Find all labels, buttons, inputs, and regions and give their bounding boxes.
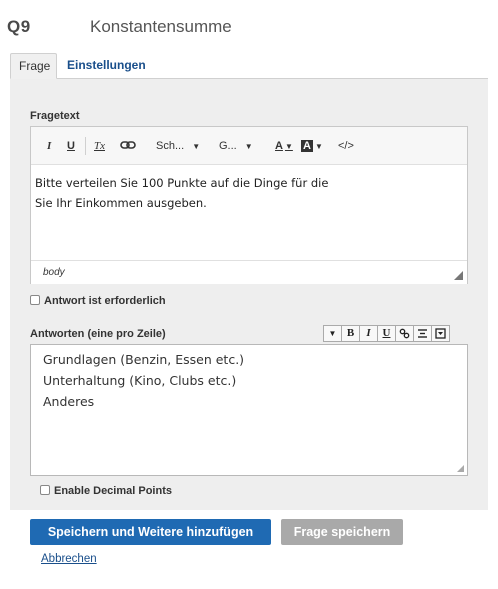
bg-color-button[interactable]: A ▼ bbox=[301, 139, 323, 154]
question-text-editor: I U Tx Sch... ▼ G... ▼ A ▼ A ▼ </> Bitte v… bbox=[30, 126, 468, 284]
required-checkbox[interactable] bbox=[30, 295, 40, 305]
editor-content-area[interactable]: Bitte verteilen Sie 100 Punkte auf die D… bbox=[35, 173, 455, 213]
answer-item: Grundlagen (Benzin, Essen etc.) bbox=[43, 352, 245, 367]
question-text-line: Bitte verteilen Sie 100 Punkte auf die D… bbox=[35, 176, 329, 190]
underline-button[interactable]: U bbox=[377, 325, 396, 342]
text-color-button[interactable]: A ▼ bbox=[275, 139, 293, 154]
question-edit-panel: Fragetext I U Tx Sch... ▼ G... ▼ A ▼ A ▼ <… bbox=[10, 79, 488, 565]
align-center-icon bbox=[418, 329, 427, 338]
element-path: body bbox=[43, 267, 65, 278]
decimal-checkbox[interactable] bbox=[40, 485, 50, 495]
cancel-link[interactable]: Abbrechen bbox=[41, 553, 97, 565]
required-label: Antwort ist erforderlich bbox=[44, 295, 166, 307]
answer-item: Unterhaltung (Kino, Clubs etc.) bbox=[43, 373, 237, 388]
save-and-add-button[interactable]: Speichern und Weitere hinzufügen bbox=[30, 519, 271, 545]
tab-einstellungen[interactable]: Einstellungen bbox=[59, 53, 154, 79]
link-icon bbox=[120, 141, 136, 149]
question-number: Q9 bbox=[7, 17, 31, 36]
tab-frage[interactable]: Frage bbox=[10, 53, 57, 79]
chevron-down-icon: ▼ bbox=[284, 142, 293, 151]
decimal-label: Enable Decimal Points bbox=[54, 485, 172, 497]
bg-color-icon: A bbox=[301, 140, 313, 152]
italic-button[interactable]: I bbox=[47, 139, 51, 153]
resize-handle-icon[interactable] bbox=[454, 271, 463, 280]
underline-button[interactable]: U bbox=[67, 139, 75, 153]
link-button[interactable] bbox=[395, 325, 414, 342]
link-icon bbox=[399, 328, 410, 339]
bold-button[interactable]: B bbox=[341, 325, 360, 342]
tab-bar: Frage Einstellungen bbox=[10, 53, 488, 79]
question-type-title: Konstantensumme bbox=[90, 17, 232, 36]
save-question-button[interactable]: Frage speichern bbox=[281, 519, 403, 545]
toolbar-divider bbox=[85, 137, 86, 155]
question-text-label: Fragetext bbox=[30, 110, 80, 122]
clear-format-label: Tx bbox=[94, 140, 105, 152]
collapse-icon bbox=[435, 328, 446, 339]
chevron-down-icon: ▼ bbox=[244, 142, 253, 151]
chevron-down-icon: ▼ bbox=[328, 329, 337, 338]
resize-handle-icon[interactable] bbox=[457, 465, 464, 472]
answers-toolbar: ▼ B I U bbox=[323, 325, 450, 342]
question-text-line: Sie Ihr Einkommen ausgeben. bbox=[35, 196, 207, 210]
answer-item: Anderes bbox=[43, 394, 95, 409]
decimal-checkbox-row[interactable]: Enable Decimal Points bbox=[40, 485, 172, 497]
source-code-button[interactable]: </> bbox=[338, 139, 354, 153]
answers-label: Antworten (eine pro Zeile) bbox=[30, 328, 166, 340]
italic-button[interactable]: I bbox=[359, 325, 378, 342]
clear-format-button[interactable]: Tx bbox=[94, 139, 105, 153]
font-family-dropdown[interactable]: Sch... ▼ bbox=[156, 139, 200, 154]
editor-status-bar: body bbox=[31, 260, 467, 284]
font-family-value: Sch... bbox=[156, 140, 185, 152]
chevron-down-icon: ▼ bbox=[315, 142, 323, 151]
required-checkbox-row[interactable]: Antwort ist erforderlich bbox=[30, 295, 166, 307]
align-center-button[interactable] bbox=[413, 325, 432, 342]
text-color-icon: A bbox=[275, 140, 283, 152]
question-header: Q9 Konstantensumme bbox=[0, 0, 498, 52]
font-size-dropdown[interactable]: G... ▼ bbox=[219, 139, 253, 154]
expand-button[interactable] bbox=[431, 325, 450, 342]
editor-toolbar: I U Tx Sch... ▼ G... ▼ A ▼ A ▼ </> bbox=[31, 127, 467, 165]
chevron-down-icon: ▼ bbox=[192, 142, 201, 151]
link-button[interactable] bbox=[120, 138, 136, 156]
answers-textarea[interactable]: Grundlagen (Benzin, Essen etc.) Unterhal… bbox=[30, 344, 468, 476]
answers-menu-button[interactable]: ▼ bbox=[323, 325, 342, 342]
answers-list: Grundlagen (Benzin, Essen etc.) Unterhal… bbox=[43, 349, 244, 412]
font-size-value: G... bbox=[219, 140, 237, 152]
